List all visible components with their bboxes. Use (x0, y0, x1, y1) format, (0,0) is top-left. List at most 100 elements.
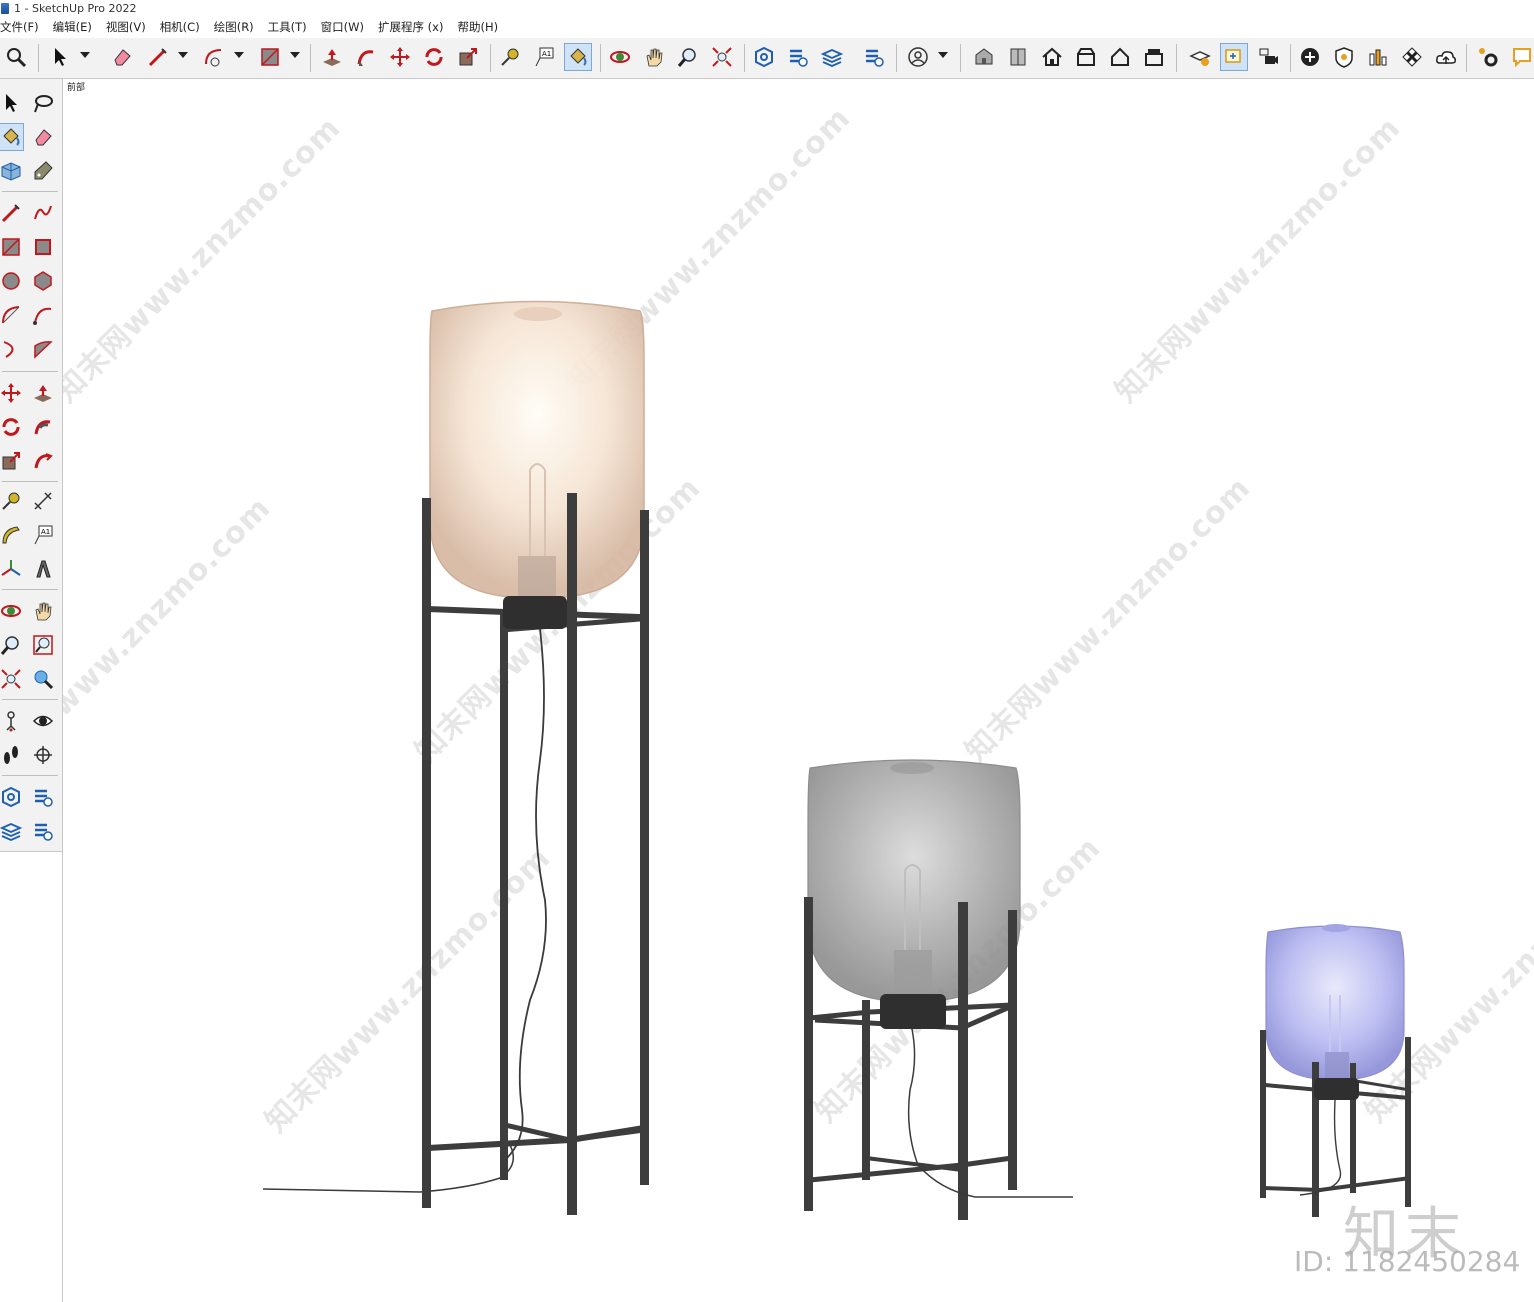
tape-measure-icon[interactable] (0, 487, 24, 515)
protractor-icon[interactable] (0, 521, 24, 549)
medium-floor-lamp[interactable] (804, 759, 1073, 1220)
lamp-models-scene[interactable] (63, 79, 1534, 1302)
zoom-window-icon[interactable] (30, 631, 56, 659)
zoom-tool-icon[interactable] (0, 631, 24, 659)
rotate-icon[interactable] (420, 43, 448, 71)
menu-tools[interactable]: 工具(T) (268, 19, 307, 35)
menu-camera[interactable]: 相机(C) (160, 19, 200, 35)
extension-manager-icon[interactable] (30, 817, 56, 845)
push-pull-icon[interactable] (30, 379, 56, 407)
eraser-icon[interactable] (108, 43, 136, 71)
chevron-down-icon[interactable] (290, 52, 300, 58)
look-around-icon[interactable] (30, 707, 56, 735)
lasso-select-icon[interactable] (30, 89, 56, 117)
solar-icon[interactable] (860, 43, 888, 71)
drawing-viewport[interactable]: 前部 知末网www.znzmo.com 知末网www.znzmo.com 知末网… (63, 79, 1534, 1302)
section-plane-icon[interactable] (30, 741, 56, 769)
shield-icon[interactable] (1330, 43, 1358, 71)
menu-window[interactable]: 窗口(W) (321, 19, 364, 35)
axes-icon[interactable] (0, 555, 24, 583)
zoom-extents-icon[interactable] (708, 43, 736, 71)
polygon-icon[interactable] (30, 267, 56, 295)
back-view-icon[interactable] (1140, 43, 1168, 71)
3d-text-icon[interactable] (30, 555, 56, 583)
zoom-tool-icon[interactable] (674, 43, 702, 71)
zoom-extents-icon[interactable] (0, 665, 24, 693)
settings-icon[interactable] (1474, 43, 1502, 71)
scale-icon[interactable] (454, 43, 482, 71)
scale-icon[interactable] (0, 447, 24, 475)
chevron-down-icon[interactable] (938, 52, 948, 58)
dimension-icon[interactable] (30, 487, 56, 515)
chart-icon[interactable] (1364, 43, 1392, 71)
extension-warehouse-icon[interactable] (30, 783, 56, 811)
menu-extensions[interactable]: 扩展程序 (x) (378, 19, 443, 35)
message-icon[interactable] (1508, 43, 1534, 71)
texture-icon[interactable] (1398, 43, 1426, 71)
front-view-icon[interactable] (1004, 43, 1032, 71)
zoom-icon[interactable] (2, 43, 30, 71)
freehand-icon[interactable] (30, 199, 56, 227)
chevron-down-icon[interactable] (234, 52, 244, 58)
arc-icon[interactable] (0, 301, 24, 329)
right-view-icon[interactable] (1106, 43, 1134, 71)
pencil-icon[interactable] (144, 43, 172, 71)
home-view-icon[interactable] (1038, 43, 1066, 71)
rectangle-icon[interactable] (0, 233, 24, 261)
iso-view-icon[interactable] (970, 43, 998, 71)
large-floor-lamp[interactable] (262, 300, 649, 1216)
rectangle-icon[interactable] (256, 43, 284, 71)
menu-file[interactable]: 文件(F) (0, 19, 39, 35)
section-icon[interactable] (1220, 43, 1248, 71)
extension-icon[interactable] (784, 43, 812, 71)
add-location-icon[interactable] (1296, 43, 1324, 71)
style-icon[interactable] (1186, 43, 1214, 71)
follow-me-icon[interactable] (30, 413, 56, 441)
warehouse-icon[interactable] (0, 783, 24, 811)
chevron-down-icon[interactable] (178, 52, 188, 58)
eraser-icon[interactable] (30, 123, 56, 151)
two-point-arc-icon[interactable] (30, 301, 56, 329)
text-icon[interactable]: A1 (530, 43, 558, 71)
menu-help[interactable]: 帮助(H) (457, 19, 498, 35)
select-icon[interactable] (0, 89, 24, 117)
three-point-arc-icon[interactable] (0, 335, 24, 363)
rotate-icon[interactable] (0, 413, 24, 441)
walk-icon[interactable] (0, 741, 24, 769)
menu-edit[interactable]: 编辑(E) (53, 19, 92, 35)
pan-icon[interactable] (30, 597, 56, 625)
orbit-icon[interactable] (606, 43, 634, 71)
menu-draw[interactable]: 绘图(R) (214, 19, 254, 35)
tape-measure-icon[interactable] (496, 43, 524, 71)
layers-icon[interactable] (0, 817, 24, 845)
move-icon[interactable] (0, 379, 24, 407)
previous-view-icon[interactable] (30, 665, 56, 693)
follow-me-icon[interactable] (352, 43, 380, 71)
text-icon[interactable]: A1 (30, 521, 56, 549)
chevron-down-icon[interactable] (80, 52, 90, 58)
offset-icon[interactable] (30, 447, 56, 475)
circle-icon[interactable] (0, 267, 24, 295)
pie-icon[interactable] (30, 335, 56, 363)
position-camera-icon[interactable] (0, 707, 24, 735)
warehouse-icon[interactable] (750, 43, 778, 71)
move-icon[interactable] (386, 43, 414, 71)
layers-icon[interactable] (818, 43, 846, 71)
arc-icon[interactable] (200, 43, 228, 71)
push-pull-icon[interactable] (318, 43, 346, 71)
rotated-rectangle-icon[interactable] (30, 233, 56, 261)
pan-icon[interactable] (640, 43, 668, 71)
paint-bucket-icon[interactable] (564, 43, 592, 71)
camera-icon[interactable] (1254, 43, 1282, 71)
account-icon[interactable] (904, 43, 932, 71)
tag-icon[interactable] (30, 157, 56, 185)
paint-bucket-icon[interactable] (0, 123, 24, 151)
component-icon[interactable] (0, 157, 24, 185)
pencil-icon[interactable] (0, 199, 24, 227)
cloud-icon[interactable] (1432, 43, 1460, 71)
menu-view[interactable]: 视图(V) (106, 19, 146, 35)
orbit-icon[interactable] (0, 597, 24, 625)
top-view-icon[interactable] (1072, 43, 1100, 71)
select-icon[interactable] (46, 43, 74, 71)
small-table-lamp[interactable] (1260, 924, 1411, 1217)
